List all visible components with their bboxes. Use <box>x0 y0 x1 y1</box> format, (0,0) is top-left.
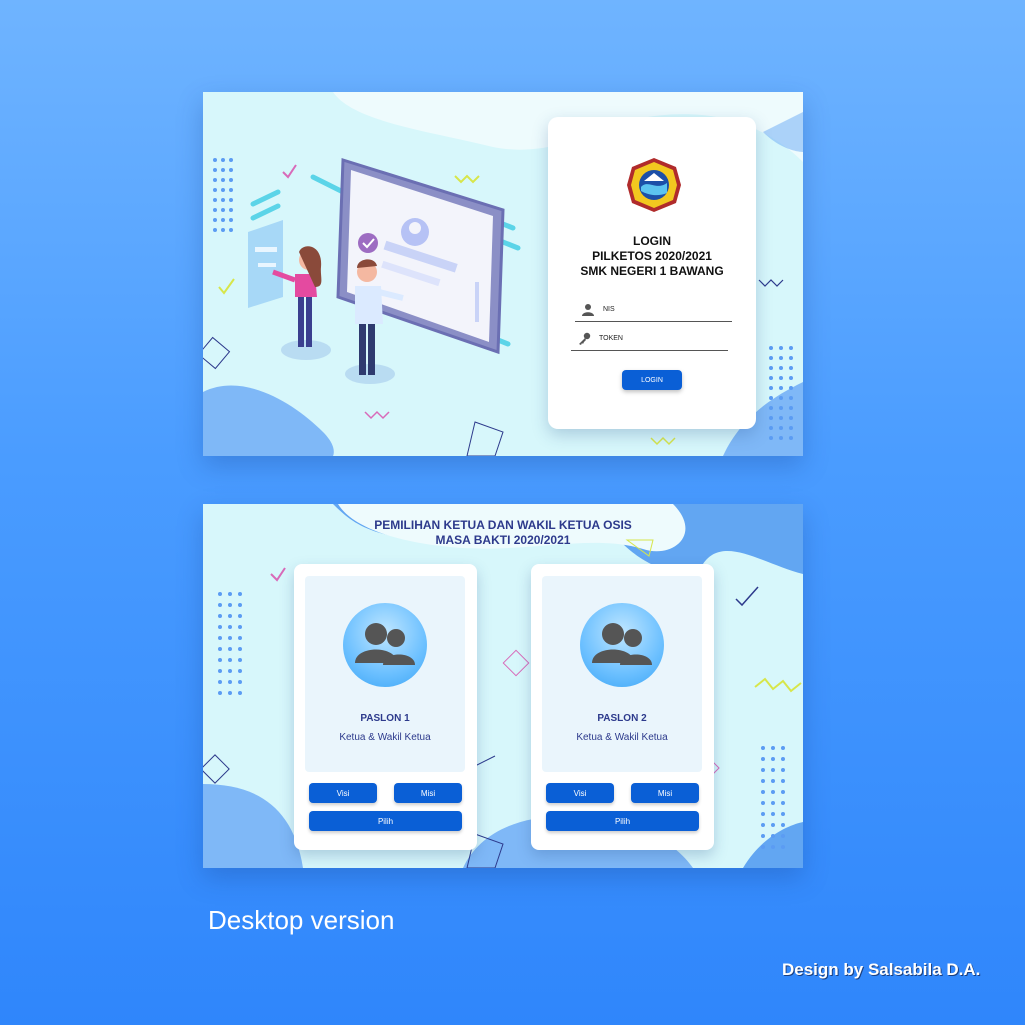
login-screen: LOGIN PILKETOS 2020/2021 SMK NEGERI 1 BA… <box>203 92 803 456</box>
candidate-card: PASLON 2 Ketua & Wakil Ketua Visi Misi P… <box>531 564 714 850</box>
login-button[interactable]: LOGIN <box>622 370 682 390</box>
caption: Desktop version <box>208 905 395 935</box>
candidate-name: PASLON 2 <box>597 713 647 724</box>
group-avatar-icon <box>343 603 427 687</box>
candidate-name: PASLON 1 <box>360 713 410 724</box>
pilih-button[interactable]: Pilih <box>309 811 462 831</box>
visi-button[interactable]: Visi <box>546 783 614 803</box>
key-icon <box>577 332 591 346</box>
nis-field[interactable]: NIS <box>575 301 732 322</box>
misi-button[interactable]: Misi <box>394 783 462 803</box>
card-illustration <box>248 220 283 308</box>
candidate-info-panel: PASLON 1 Ketua & Wakil Ketua <box>305 576 465 772</box>
election-screen: PEMILIHAN KETUA DAN WAKIL KETUA OSIS MAS… <box>203 504 803 868</box>
misi-button[interactable]: Misi <box>631 783 699 803</box>
designer-credit: Design by Salsabila D.A. <box>782 960 981 979</box>
token-field[interactable]: TOKEN <box>571 330 728 351</box>
login-card: LOGIN PILKETOS 2020/2021 SMK NEGERI 1 BA… <box>548 117 756 429</box>
school-logo <box>626 157 682 213</box>
visi-button[interactable]: Visi <box>309 783 377 803</box>
nis-placeholder: NIS <box>603 306 615 313</box>
login-title-line-3: SMK NEGERI 1 BAWANG <box>580 264 724 278</box>
election-title-line-1: PEMILIHAN KETUA DAN WAKIL KETUA OSIS <box>374 518 632 532</box>
election-title-line-2: MASA BAKTI 2020/2021 <box>435 533 571 547</box>
candidate-role: Ketua & Wakil Ketua <box>576 732 668 743</box>
pilih-button[interactable]: Pilih <box>546 811 699 831</box>
login-title-line-1: LOGIN <box>633 234 671 248</box>
token-placeholder: TOKEN <box>599 335 623 342</box>
user-icon <box>581 303 595 317</box>
group-avatar-icon <box>580 603 664 687</box>
candidate-card: PASLON 1 Ketua & Wakil Ketua Visi Misi P… <box>294 564 477 850</box>
candidate-info-panel: PASLON 2 Ketua & Wakil Ketua <box>542 576 702 772</box>
election-title: PEMILIHAN KETUA DAN WAKIL KETUA OSIS MAS… <box>303 518 703 548</box>
login-title-line-2: PILKETOS 2020/2021 <box>592 249 712 263</box>
login-title: LOGIN PILKETOS 2020/2021 SMK NEGERI 1 BA… <box>548 234 756 279</box>
candidate-role: Ketua & Wakil Ketua <box>339 732 431 743</box>
